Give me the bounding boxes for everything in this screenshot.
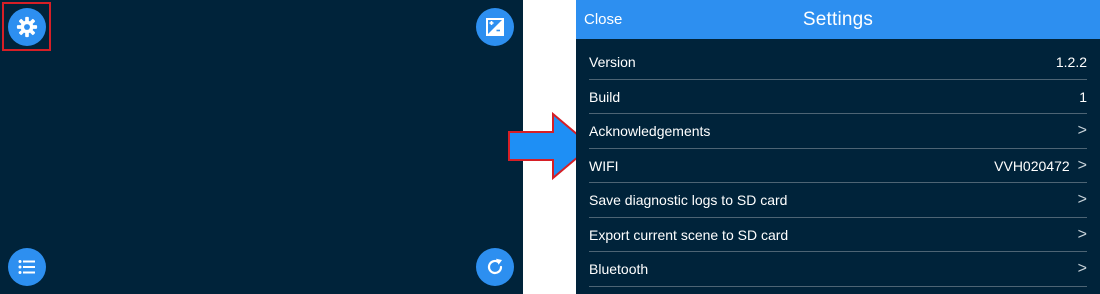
settings-row-acknowledgements[interactable]: Acknowledgements > <box>589 114 1087 149</box>
row-label: Acknowledgements <box>589 123 711 139</box>
settings-row-build: Build 1 <box>589 80 1087 114</box>
refresh-button[interactable] <box>476 248 514 286</box>
chevron-right-icon: > <box>1077 191 1087 208</box>
settings-row-bluetooth[interactable]: Bluetooth > <box>589 252 1087 287</box>
list-icon <box>18 260 35 274</box>
row-label: Save diagnostic logs to SD card <box>589 192 788 208</box>
row-label: Export current scene to SD card <box>589 226 789 243</box>
row-label: Bluetooth <box>589 261 649 277</box>
settings-row-export-scene[interactable]: Export current scene to SD card > <box>589 218 1087 252</box>
chevron-right-icon: > <box>1077 156 1087 174</box>
page-title: Settings <box>802 9 874 30</box>
row-label: WIFI <box>589 157 619 174</box>
camera-screen <box>0 0 523 294</box>
chevron-right-icon: > <box>1077 260 1087 277</box>
gear-icon <box>16 16 38 38</box>
settings-row-save-diagnostic-logs[interactable]: Save diagnostic logs to SD card > <box>589 183 1087 218</box>
settings-screen: Close Settings Version 1.2.2 Build 1 Ack… <box>576 0 1100 294</box>
row-value: VVH020472 <box>994 157 1070 174</box>
refresh-icon <box>487 258 503 275</box>
list-button[interactable] <box>8 248 46 286</box>
row-label: Build <box>589 88 621 105</box>
row-value: 1 <box>1079 88 1087 105</box>
settings-list: Version 1.2.2 Build 1 Acknowledgements >… <box>576 45 1100 287</box>
nav-bar: Close Settings <box>576 0 1100 39</box>
row-label: Version <box>589 54 636 70</box>
chevron-right-icon: > <box>1077 122 1087 139</box>
settings-row-wifi[interactable]: WIFI VVH020472 > <box>589 149 1087 183</box>
image-icon <box>486 18 504 36</box>
settings-button[interactable] <box>8 8 46 46</box>
chevron-right-icon: > <box>1077 225 1087 243</box>
row-value: 1.2.2 <box>1055 54 1087 70</box>
settings-row-version: Version 1.2.2 <box>589 45 1087 80</box>
image-button[interactable] <box>476 8 514 46</box>
